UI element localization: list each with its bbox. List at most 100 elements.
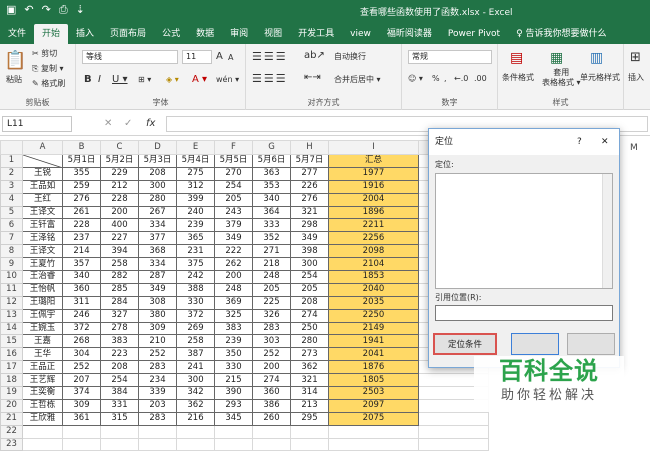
value-cell[interactable]: 218 <box>252 257 291 272</box>
tab-3[interactable]: 页面布局 <box>102 24 154 44</box>
merge-center-button[interactable]: 合并后居中 ▾ <box>334 74 381 85</box>
redo-icon[interactable]: ↷ <box>42 3 51 17</box>
copy-button[interactable]: ⎘ 复制 ▾ <box>32 63 64 74</box>
tab-2[interactable]: 插入 <box>68 24 102 44</box>
empty-cell[interactable] <box>290 424 329 439</box>
value-cell[interactable]: 283 <box>252 321 291 336</box>
value-cell[interactable]: 349 <box>138 282 177 297</box>
tab-5[interactable]: 数据 <box>188 24 222 44</box>
value-cell[interactable]: 330 <box>214 360 253 375</box>
value-cell[interactable]: 228 <box>62 218 101 233</box>
value-cell[interactable]: 300 <box>138 179 177 194</box>
value-cell[interactable]: 205 <box>290 282 329 297</box>
row-header[interactable]: 6 <box>0 218 23 233</box>
total-cell[interactable]: 2256 <box>328 231 419 246</box>
empty-cell[interactable] <box>100 424 139 439</box>
empty-cell[interactable] <box>418 437 489 451</box>
value-cell[interactable]: 208 <box>100 360 139 375</box>
column-header[interactable]: C <box>100 140 139 155</box>
cut-button[interactable]: ✂ 剪切 <box>32 48 57 59</box>
value-cell[interactable]: 208 <box>138 166 177 181</box>
value-cell[interactable]: 223 <box>100 347 139 362</box>
value-cell[interactable]: 342 <box>176 386 215 400</box>
value-cell[interactable]: 208 <box>290 295 329 310</box>
total-cell[interactable]: 2503 <box>328 386 419 400</box>
value-cell[interactable]: 394 <box>100 244 139 259</box>
value-cell[interactable]: 200 <box>252 360 291 375</box>
insert-icon[interactable]: ⊞ <box>630 50 641 65</box>
value-cell[interactable]: 273 <box>290 347 329 362</box>
number-format-select[interactable]: 常规 <box>408 50 492 64</box>
value-cell[interactable]: 260 <box>252 411 291 426</box>
total-cell[interactable]: 1853 <box>328 270 419 284</box>
name-cell[interactable]: 王璐阳 <box>22 295 63 310</box>
table-format-icon[interactable]: ▦ <box>550 50 563 66</box>
row-header[interactable]: 3 <box>0 179 23 194</box>
value-cell[interactable]: 300 <box>290 257 329 272</box>
value-cell[interactable]: 390 <box>214 386 253 400</box>
row-header[interactable]: 1 <box>0 154 23 168</box>
name-cell[interactable]: 王红 <box>22 192 63 207</box>
tab-11[interactable]: Power Pivot <box>440 24 508 44</box>
border-button[interactable]: ⊞ ▾ <box>138 75 151 84</box>
value-cell[interactable]: 340 <box>252 192 291 207</box>
value-cell[interactable]: 383 <box>214 321 253 336</box>
customize-toolbar-icon[interactable]: ⇣ <box>76 3 85 17</box>
value-cell[interactable]: 259 <box>62 179 101 194</box>
name-cell[interactable]: 王佩宇 <box>22 308 63 323</box>
value-cell[interactable]: 311 <box>62 295 101 310</box>
cell-styles-icon[interactable]: ▥ <box>590 50 603 66</box>
value-cell[interactable]: 252 <box>62 360 101 375</box>
empty-cell[interactable] <box>328 424 419 439</box>
underline-button[interactable]: U ▾ <box>112 74 128 85</box>
tab-6[interactable]: 审阅 <box>222 24 256 44</box>
value-cell[interactable]: 242 <box>176 270 215 284</box>
value-cell[interactable]: 398 <box>290 244 329 259</box>
value-cell[interactable]: 349 <box>214 231 253 246</box>
value-cell[interactable]: 360 <box>62 282 101 297</box>
value-cell[interactable]: 350 <box>214 347 253 362</box>
font-color-button[interactable]: A ▾ <box>192 74 207 85</box>
format-painter-button[interactable]: ✎ 格式刷 <box>32 78 65 89</box>
italic-button[interactable]: I <box>98 74 101 85</box>
total-cell[interactable]: 1805 <box>328 373 419 388</box>
row-header[interactable]: 15 <box>0 334 23 349</box>
total-cell[interactable]: 1941 <box>328 334 419 349</box>
value-cell[interactable]: 353 <box>252 179 291 194</box>
date-header-cell[interactable]: 5月3日 <box>138 154 177 168</box>
value-cell[interactable]: 246 <box>62 308 101 323</box>
cell-styles-button[interactable]: 单元格样式 <box>580 72 620 83</box>
wrap-text-button[interactable]: 自动换行 <box>334 51 366 62</box>
tab-7[interactable]: 视图 <box>256 24 290 44</box>
value-cell[interactable]: 271 <box>252 244 291 259</box>
empty-cell[interactable] <box>214 424 253 439</box>
vertical-align-icons[interactable]: ☰☰☰ <box>252 50 288 63</box>
value-cell[interactable]: 372 <box>62 321 101 336</box>
value-cell[interactable]: 357 <box>62 257 101 272</box>
value-cell[interactable]: 315 <box>100 411 139 426</box>
value-cell[interactable]: 374 <box>62 386 101 400</box>
tab-4[interactable]: 公式 <box>154 24 188 44</box>
value-cell[interactable]: 380 <box>138 308 177 323</box>
close-icon[interactable]: ✕ <box>601 129 609 155</box>
total-cell[interactable]: 2035 <box>328 295 419 310</box>
value-cell[interactable]: 248 <box>214 282 253 297</box>
value-cell[interactable]: 334 <box>138 257 177 272</box>
empty-cell[interactable] <box>176 437 215 451</box>
tab-0[interactable]: 文件 <box>0 24 34 44</box>
value-cell[interactable]: 362 <box>290 360 329 375</box>
row-header[interactable]: 14 <box>0 321 23 336</box>
value-cell[interactable]: 278 <box>100 321 139 336</box>
name-cell[interactable]: 王品如 <box>22 179 63 194</box>
value-cell[interactable]: 334 <box>138 218 177 233</box>
row-header[interactable]: 12 <box>0 295 23 310</box>
value-cell[interactable]: 243 <box>214 205 253 220</box>
empty-cell[interactable] <box>252 437 291 451</box>
orientation-icon[interactable]: ab↗ <box>304 50 325 61</box>
empty-cell[interactable] <box>138 424 177 439</box>
conditional-format-button[interactable]: 条件格式 <box>502 72 534 83</box>
indent-icon[interactable]: ⇤⇥ <box>304 72 321 83</box>
column-header[interactable]: I <box>328 140 419 155</box>
value-cell[interactable]: 339 <box>138 386 177 400</box>
value-cell[interactable]: 200 <box>214 270 253 284</box>
